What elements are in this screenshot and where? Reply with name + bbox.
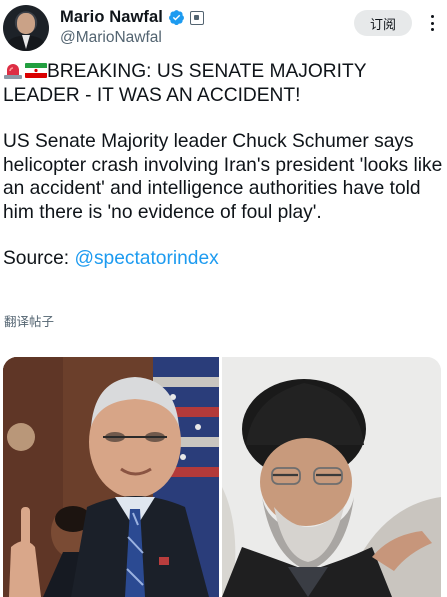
tweet-media (3, 357, 441, 597)
verified-badge-icon (169, 10, 184, 26)
avatar-face (17, 13, 35, 34)
iran-president-illustration (222, 357, 441, 597)
tweet-headline: BREAKING: US SENATE MAJORITY LEADER - IT… (3, 61, 367, 106)
siren-emoji-icon (4, 64, 22, 79)
chuck-schumer-illustration (3, 357, 219, 597)
author-avatar[interactable] (3, 5, 49, 51)
source-line: Source: @spectatorindex (3, 247, 443, 271)
tweet-header: Mario Nawfal @MarioNawfal 订阅 (0, 0, 447, 54)
affiliation-badge-icon (189, 10, 204, 25)
iran-flag-emoji-icon (25, 63, 47, 78)
author-display-name[interactable]: Mario Nawfal (60, 8, 163, 27)
more-options-icon[interactable] (424, 13, 440, 33)
tweet-headline-block: BREAKING: US SENATE MAJORITY LEADER - IT… (3, 60, 443, 107)
source-link[interactable]: @spectatorindex (74, 248, 218, 269)
follow-button[interactable]: 订阅 (354, 10, 412, 36)
source-prefix: Source: (3, 248, 75, 269)
author-handle[interactable]: @MarioNawfal (60, 29, 162, 47)
tweet-body: US Senate Majority leader Chuck Schumer … (3, 131, 443, 223)
chuck-schumer-photo[interactable] (3, 357, 219, 597)
iran-president-photo[interactable] (222, 357, 441, 597)
translate-post-link[interactable]: 翻译帖子 (4, 311, 54, 330)
author-name-row: Mario Nawfal (60, 8, 204, 27)
tweet-text: BREAKING: US SENATE MAJORITY LEADER - IT… (3, 60, 443, 271)
